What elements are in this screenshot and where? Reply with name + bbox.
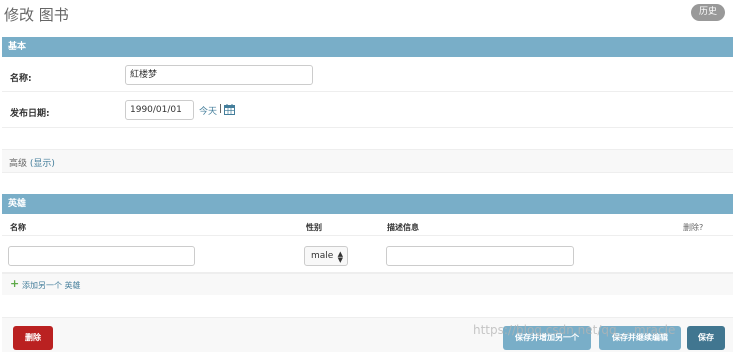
page-title: 修改 图书	[4, 6, 69, 24]
basic-module-header: 基本	[2, 37, 733, 57]
name-input[interactable]: 紅楼梦	[125, 65, 313, 85]
add-another-hero-link[interactable]: 添加另一个 英雄	[22, 280, 81, 291]
delete-button[interactable]: 删除	[13, 326, 53, 350]
heroes-module-header: 英雄	[2, 194, 733, 214]
date-label: 发布日期:	[10, 109, 50, 119]
hero-name-input[interactable]	[8, 246, 195, 266]
name-field-row: 名称: 紅楼梦	[2, 57, 733, 92]
column-header-gender: 性别	[306, 223, 322, 232]
plus-icon[interactable]: +	[10, 278, 19, 290]
gender-select[interactable]: male ▲ ▼	[304, 246, 348, 266]
advanced-collapse-row: 高级 (显示)	[2, 149, 733, 173]
date-separator: |	[219, 104, 223, 114]
paren-close: )	[51, 159, 55, 169]
history-button[interactable]: 历史	[690, 4, 725, 21]
select-arrows-icon: ▲ ▼	[337, 250, 343, 264]
column-header-name: 名称	[10, 223, 26, 232]
save-button[interactable]: 保存	[687, 326, 725, 350]
watermark: https://blog.csdn.net/qq_...mracle	[473, 323, 676, 337]
date-field-row: 发布日期: 1990/01/01 今天 |	[2, 92, 733, 128]
advanced-label-line: 高级 (显示)	[9, 156, 55, 169]
hero-row	[2, 235, 733, 273]
advanced-label: 高级	[9, 159, 28, 169]
name-label: 名称:	[10, 74, 32, 84]
date-input[interactable]: 1990/01/01	[125, 100, 194, 120]
column-header-description: 描述信息	[387, 223, 419, 232]
today-link[interactable]: 今天	[199, 104, 217, 117]
column-header-delete: 删除?	[683, 223, 704, 232]
show-advanced-link[interactable]: 显示	[33, 159, 51, 169]
gender-select-value: male	[311, 251, 334, 261]
calendar-icon[interactable]	[224, 104, 235, 115]
hero-description-input[interactable]	[386, 246, 574, 266]
add-hero-row: + 添加另一个 英雄	[2, 273, 733, 295]
